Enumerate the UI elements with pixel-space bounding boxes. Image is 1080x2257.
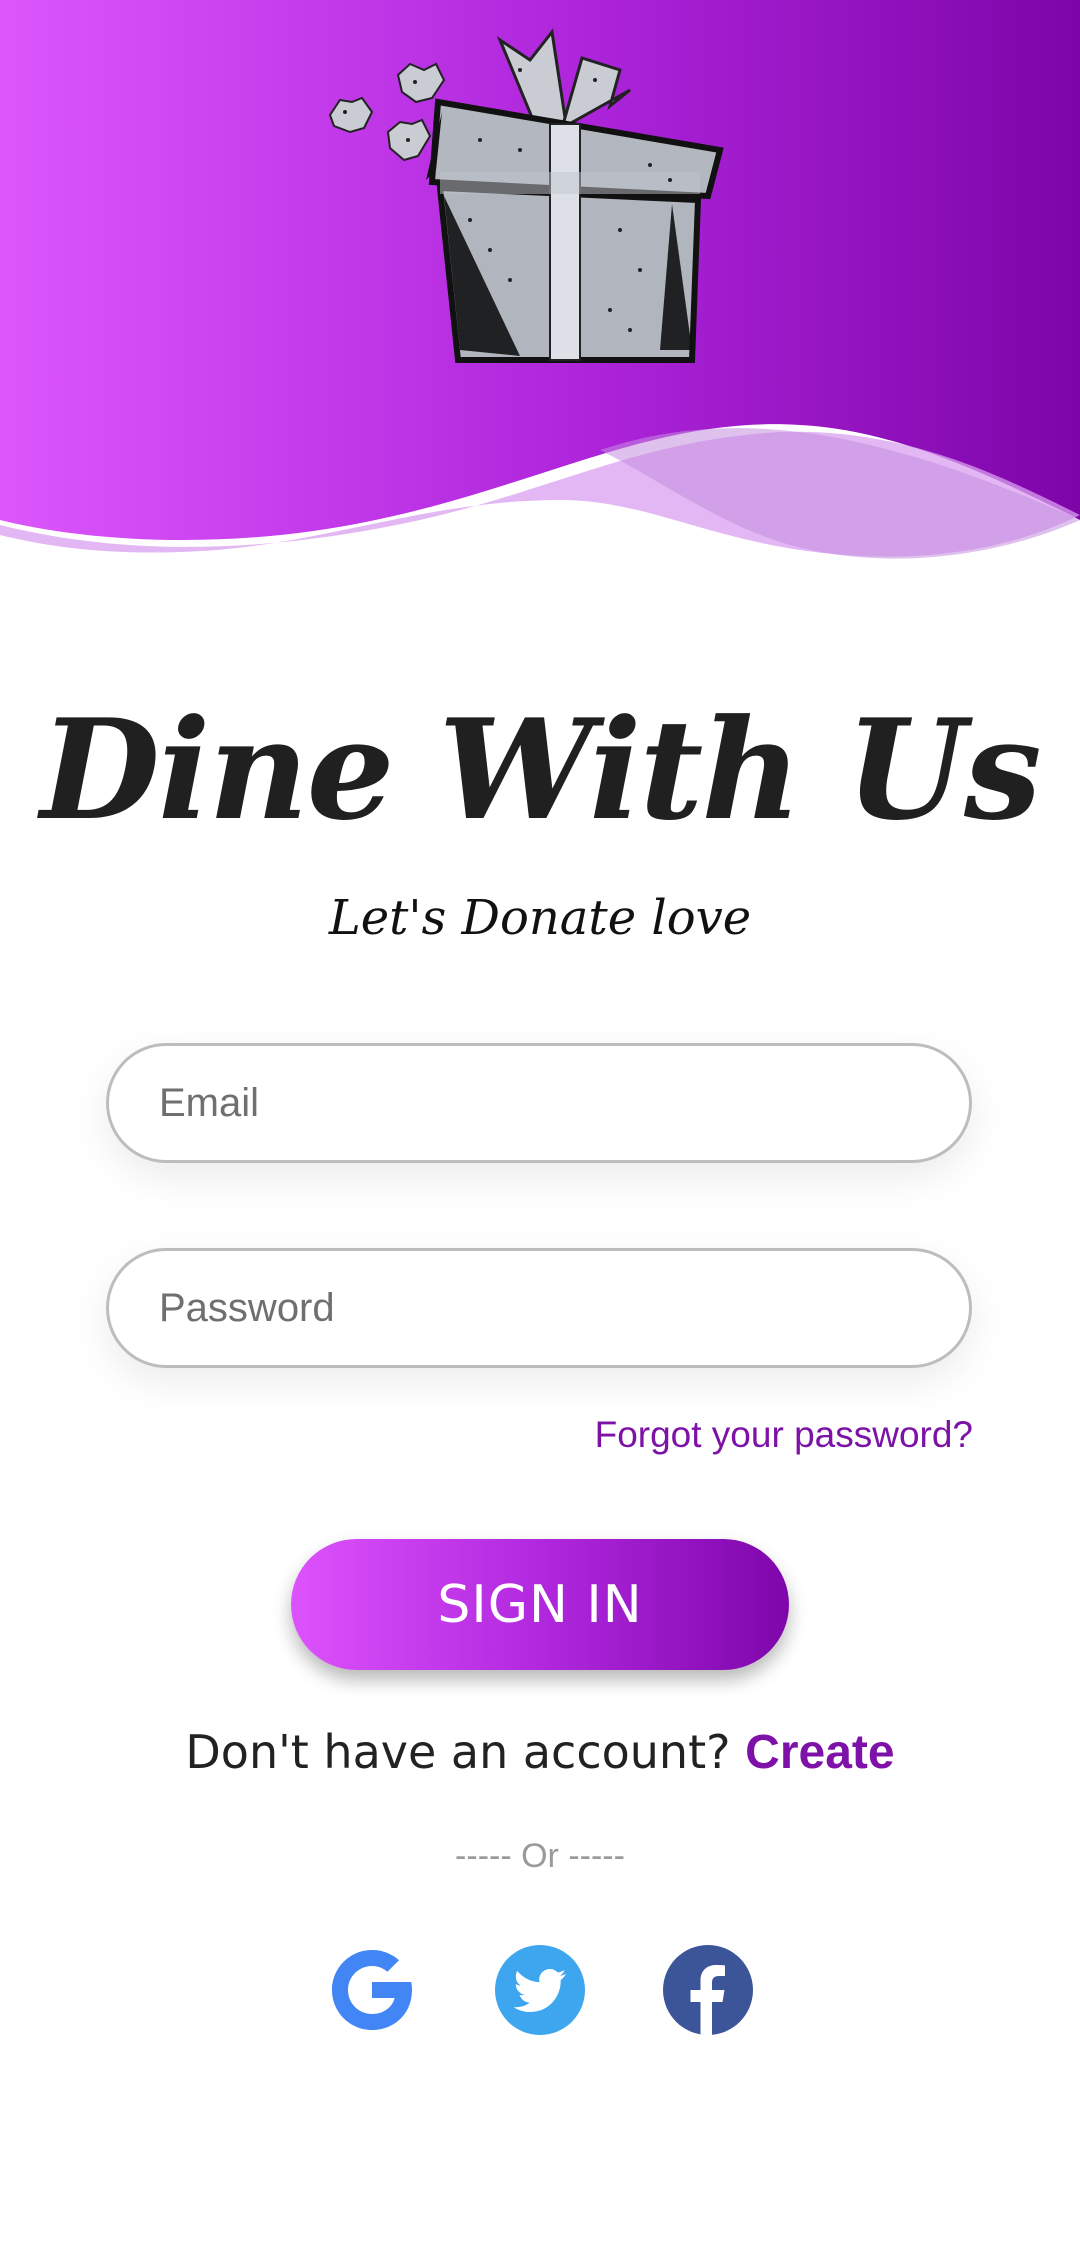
email-input[interactable] <box>109 1046 969 1160</box>
google-sign-in-button[interactable] <box>326 1944 418 2036</box>
create-account-link[interactable]: Create <box>745 1726 894 1779</box>
sign-in-button[interactable]: SIGN IN <box>291 1539 789 1670</box>
password-input[interactable] <box>109 1251 969 1365</box>
twitter-icon <box>495 1945 585 2035</box>
gift-box-illustration <box>328 28 724 363</box>
app-title: Dine With Us <box>40 688 1041 851</box>
twitter-sign-in-button[interactable] <box>494 1944 586 2036</box>
signup-prompt-row: Don't have an account? Create <box>0 1722 1080 1783</box>
header-banner <box>0 0 1080 570</box>
email-field[interactable] <box>106 1043 972 1163</box>
facebook-sign-in-button[interactable] <box>662 1944 754 2036</box>
password-field[interactable] <box>106 1248 972 1368</box>
or-divider: ----- Or ----- <box>455 1837 625 1875</box>
facebook-icon <box>663 1945 753 2036</box>
tagline: Let's Donate love <box>328 890 752 946</box>
signup-prompt-text: Don't have an account? <box>185 1725 731 1779</box>
google-icon <box>332 1950 412 2030</box>
forgot-password-link[interactable]: Forgot your password? <box>595 1410 973 1460</box>
